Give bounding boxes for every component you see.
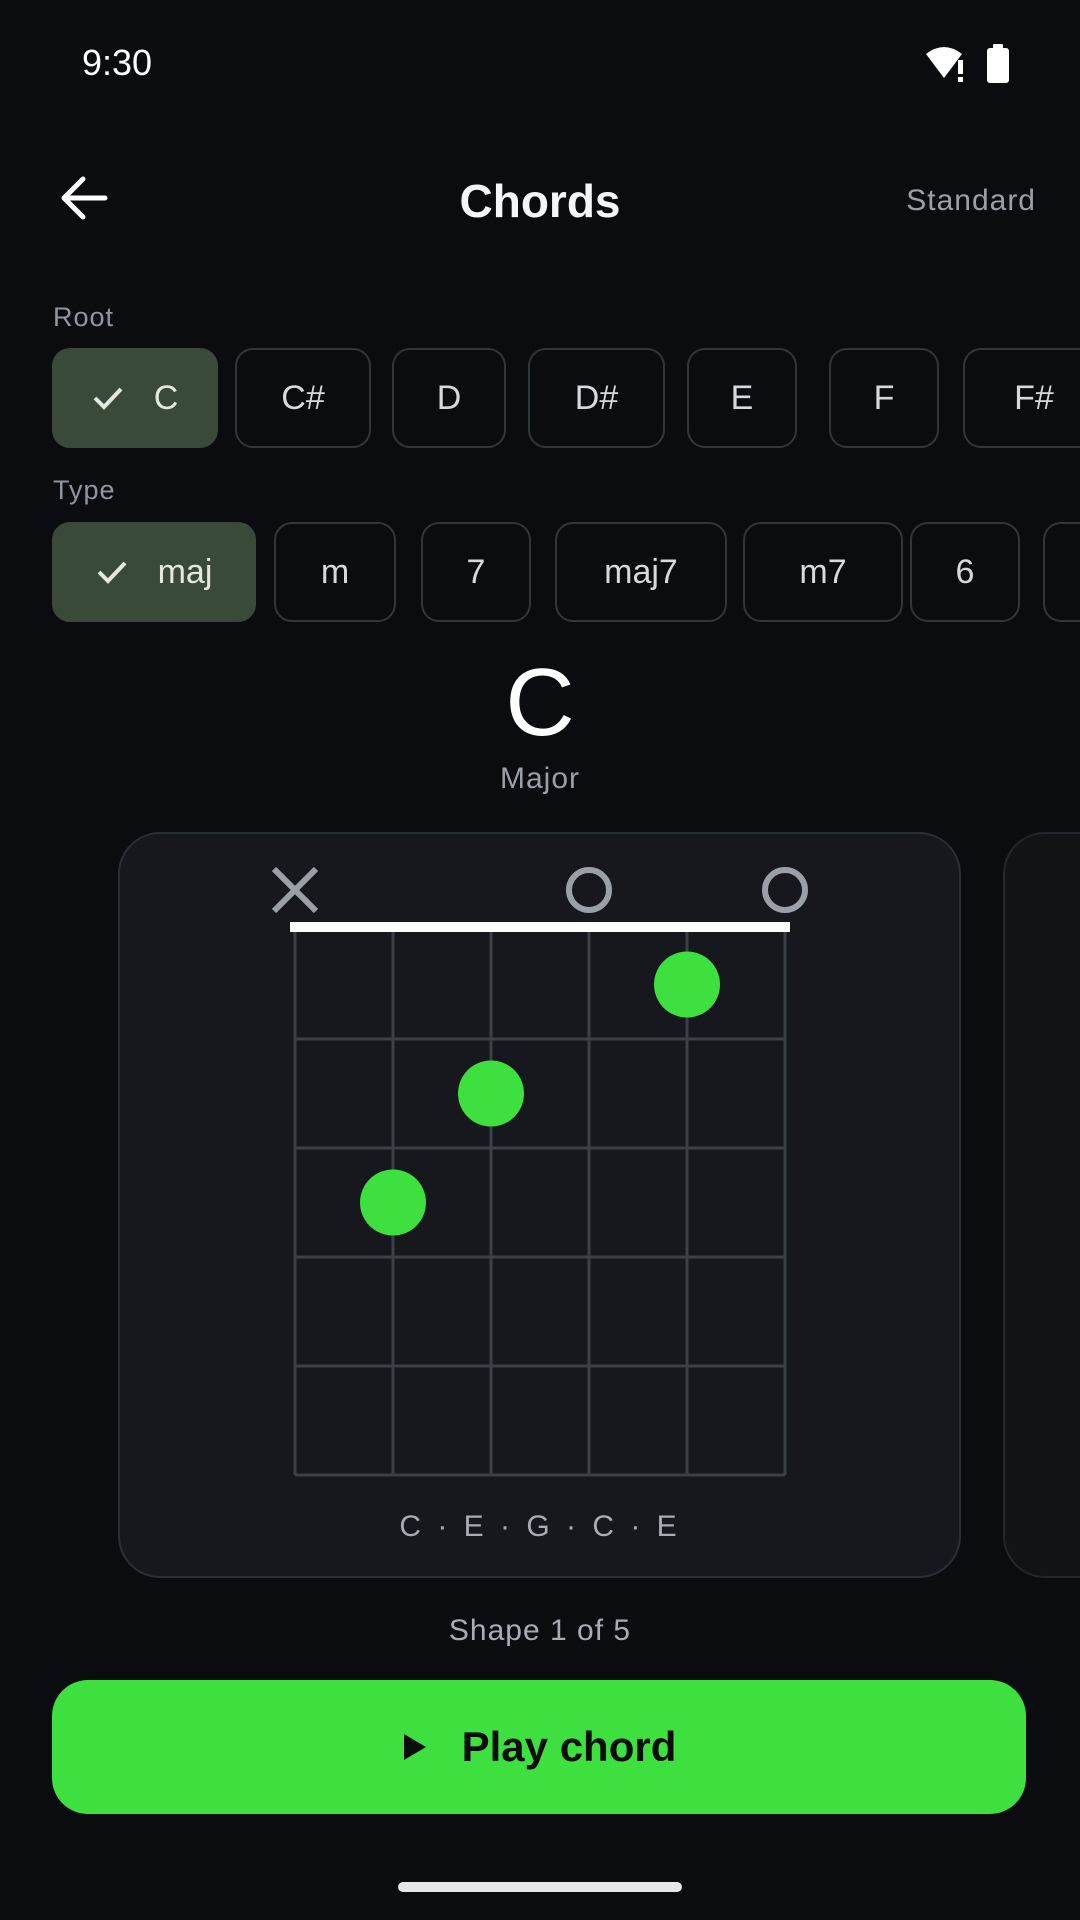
finger-dot: [458, 1060, 524, 1127]
finger-dot: [360, 1169, 426, 1236]
chord-notes: C · E · G · C · E: [399, 1510, 681, 1543]
play-chord-label: Play chord: [461, 1723, 677, 1770]
open-string-marker: [762, 867, 808, 913]
home-indicator[interactable]: [398, 1882, 682, 1892]
play-chord-button[interactable]: Play chord: [52, 1680, 1026, 1814]
shape-counter: Shape 1 of 5: [448, 1614, 632, 1647]
finger-dot: [654, 951, 720, 1018]
play-icon: [402, 1732, 428, 1762]
nut: [290, 922, 790, 932]
chords-screen: 9:30 Chords Standard Root C C# D D# E F …: [0, 0, 1080, 1920]
open-string-marker: [566, 867, 612, 913]
muted-string-marker: [271, 866, 319, 914]
